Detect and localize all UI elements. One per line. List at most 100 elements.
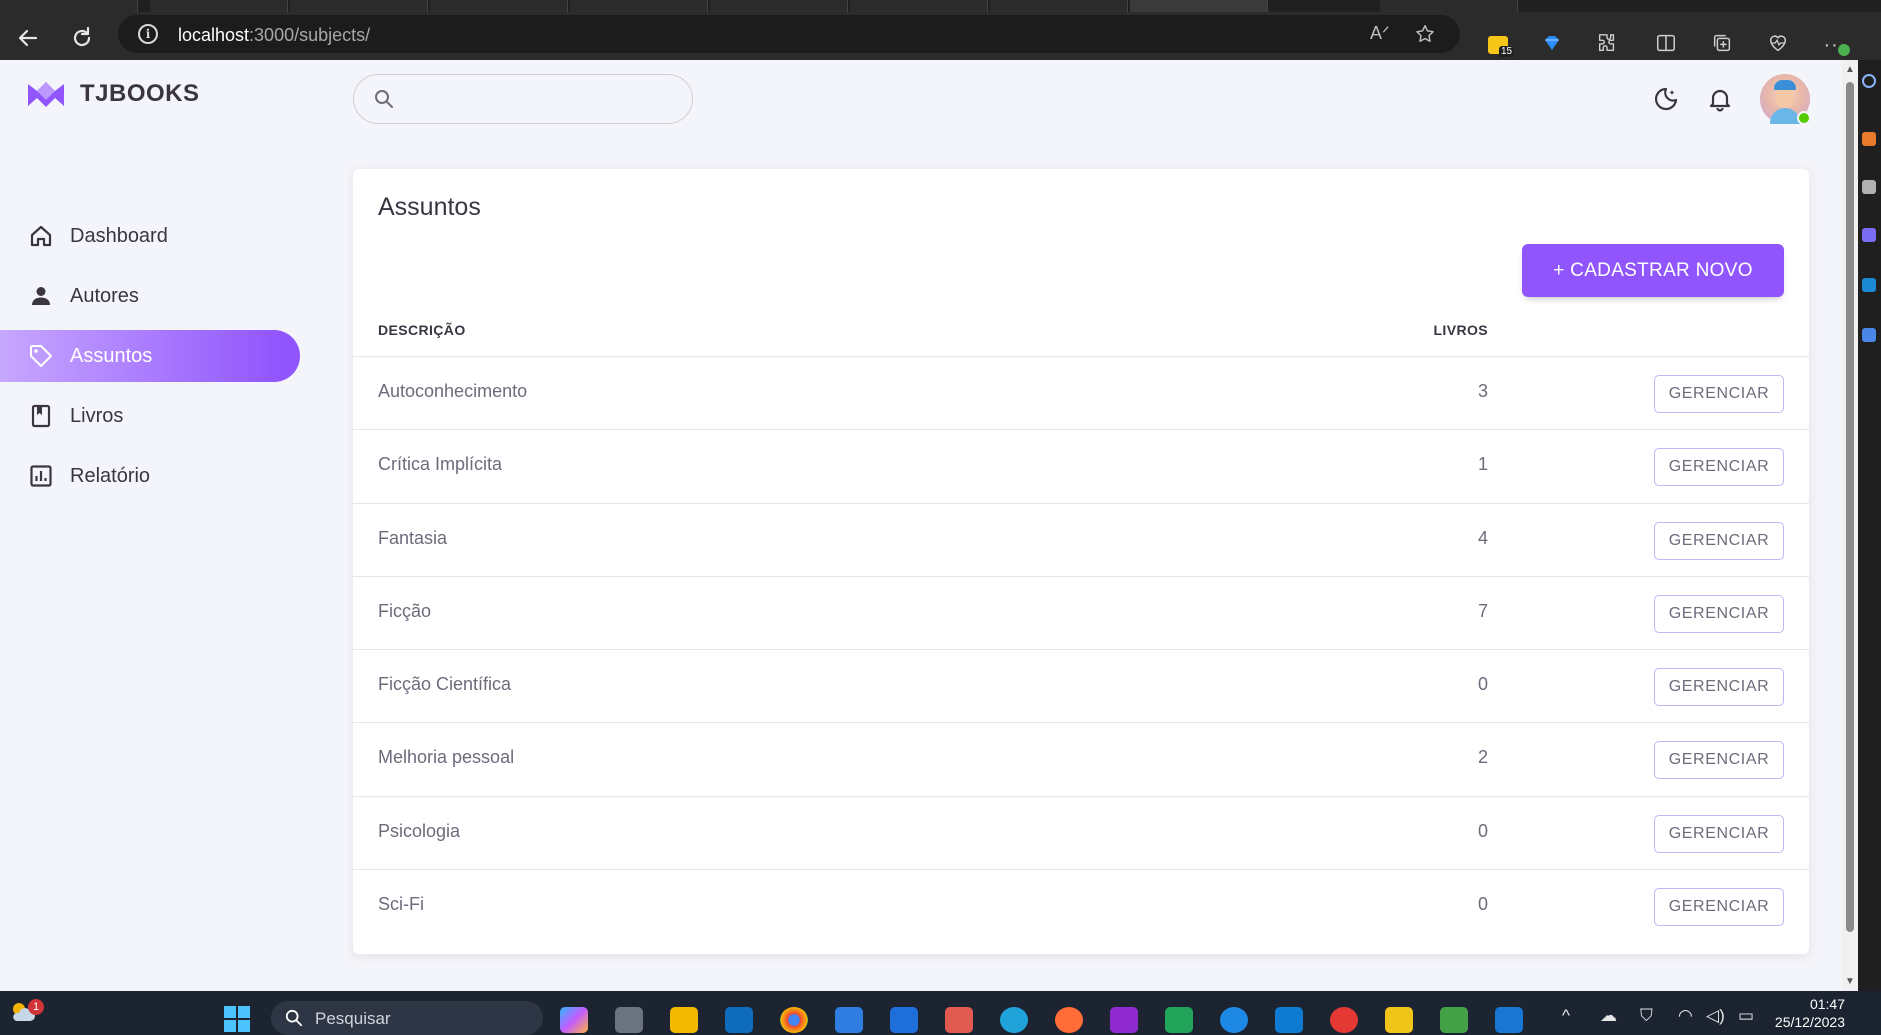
sidebar-item-relatorio[interactable]: Relatório [0,450,300,502]
vscode-app-icon[interactable] [1275,1007,1303,1033]
sidebar-item-label: Dashboard [70,224,168,247]
subject-description: Sci-Fi [378,894,424,915]
subject-description: Autoconhecimento [378,381,528,401]
defender-icon[interactable]: ⛉ [1640,1006,1653,1026]
refresh-icon[interactable] [68,24,96,52]
task-view-app-icon[interactable] [615,1007,643,1033]
browser-tab[interactable] [290,0,428,12]
language-app-icon[interactable] [1440,1007,1468,1033]
manage-subject-button[interactable]: GERENCIAR [1654,594,1784,633]
weather-widget[interactable]: 1 [8,997,44,1027]
table-row: Ficção 7 GERENCIAR [353,577,1809,651]
subjects-card: Assuntos + CADASTRAR NOVO DESCRIÇÃO LIVR… [353,169,1809,954]
table-row: Autoconhecimento 3 GERENCIAR [353,357,1809,431]
search-input[interactable] [402,85,672,113]
column-header-description[interactable]: DESCRIÇÃO [378,322,466,338]
sidebar-item-livros[interactable]: Livros [0,390,300,442]
tray-overflow-chevron-icon[interactable]: ^ [1562,1006,1570,1026]
subjects-table-body: Autoconhecimento 3 GERENCIAR Crítica Imp… [353,357,1809,943]
brand[interactable]: TJBOOKS [26,80,200,108]
postman-app-icon[interactable] [1055,1007,1083,1033]
subject-book-count: 2 [1477,747,1488,768]
taskbar-search[interactable]: Pesquisar [271,1001,543,1035]
back-icon[interactable] [14,24,42,52]
user-avatar[interactable] [1760,74,1811,125]
onedrive-icon[interactable]: ☁ [1600,1006,1617,1026]
book-icon [31,404,51,428]
taskbar-search-label: Pesquisar [315,1009,391,1028]
extensions-puzzle-icon[interactable] [1594,32,1620,58]
datagrip-app-icon[interactable] [1165,1007,1193,1033]
edge-search-icon[interactable] [1862,74,1876,88]
start-button[interactable] [224,1006,250,1032]
manage-subject-button[interactable]: GERENCIAR [1654,814,1784,853]
search-box[interactable] [353,74,693,124]
edge-drop-icon[interactable] [1862,328,1876,342]
browser-tab-active[interactable] [1130,0,1268,12]
more-menu-icon[interactable]: ··· [1822,32,1850,58]
pomodoro-app-icon[interactable] [1330,1007,1358,1033]
manage-subject-button[interactable]: GERENCIAR [1654,521,1784,560]
manage-subject-button[interactable]: GERENCIAR [1654,888,1784,927]
browser-tab[interactable] [990,0,1128,12]
volume-icon[interactable]: ◁) [1706,1006,1725,1026]
chart-icon [30,465,52,487]
edge-app-icon[interactable] [1000,1007,1028,1033]
column-header-books[interactable]: LIVROS [1398,322,1488,338]
edge-games-icon[interactable] [1862,228,1876,242]
database-app-icon[interactable] [1220,1007,1248,1033]
avatar-shirt [1770,108,1800,124]
scrollbar-thumb[interactable] [1846,82,1854,932]
sidebar-item-dashboard[interactable]: Dashboard [0,210,300,262]
manage-subject-button[interactable]: GERENCIAR [1654,448,1784,487]
scroll-up-arrow-icon[interactable]: ▲ [1845,64,1855,75]
notes-extension-icon[interactable]: 15 [1485,32,1515,58]
address-bar[interactable]: i localhost:3000/subjects/ Aᐟ [118,15,1460,53]
manage-subject-button[interactable]: GERENCIAR [1654,741,1784,780]
file-explorer-app-icon[interactable] [670,1007,698,1033]
read-aloud-icon[interactable]: Aᐟ [1370,23,1390,44]
scroll-down-arrow-icon[interactable]: ▼ [1845,976,1855,987]
wifi-icon[interactable]: ◠ [1678,1006,1693,1026]
battery-icon[interactable]: ▭ [1738,1006,1754,1026]
notifications-bell-icon[interactable] [1706,85,1734,113]
browser-tab[interactable] [150,0,288,12]
phpstorm-app-icon[interactable] [1110,1007,1138,1033]
browser-tab[interactable] [0,0,138,12]
chrome-app-icon[interactable] [780,1007,808,1033]
table-row: Psicologia 0 GERENCIAR [353,797,1809,871]
browser-tab[interactable] [710,0,848,12]
address-url[interactable]: localhost:3000/subjects/ [178,25,370,46]
add-new-subject-button[interactable]: + CADASTRAR NOVO [1522,244,1784,297]
git-app-icon[interactable] [945,1007,973,1033]
calendar-app-icon[interactable] [890,1007,918,1033]
gem-extension-icon[interactable] [1539,32,1565,58]
collections-icon[interactable] [1709,32,1735,58]
split-screen-icon[interactable] [1653,32,1679,58]
browser-tab[interactable] [430,0,568,12]
page-scrollbar[interactable]: ▲ ▼ [1842,60,1858,991]
favorite-star-icon[interactable] [1414,23,1436,51]
edge-outlook-icon[interactable] [1862,278,1876,292]
site-info-icon[interactable]: i [138,24,158,44]
manage-subject-button[interactable]: GERENCIAR [1654,375,1784,413]
manage-subject-button[interactable]: GERENCIAR [1654,668,1784,707]
browser-tab[interactable] [850,0,988,12]
performance-heart-icon[interactable] [1765,32,1791,58]
browser-tab[interactable] [1380,0,1518,12]
sidebar-item-assuntos[interactable]: Assuntos [0,330,300,382]
dark-mode-moon-icon[interactable] [1652,85,1680,113]
outlook-app-icon[interactable] [725,1007,753,1033]
online-status-dot [1797,111,1811,125]
sidebar-item-autores[interactable]: Autores [0,270,300,322]
photos-app-icon[interactable] [1495,1007,1523,1033]
subject-book-count: 0 [1477,674,1488,695]
clock[interactable]: 01:47 25/12/2023 [1775,995,1845,1031]
edge-tools-icon[interactable] [1862,132,1876,146]
browser-tab-strip [0,0,1881,12]
todo-app-icon[interactable] [835,1007,863,1033]
browser-tab[interactable] [570,0,708,12]
copilot-app-icon[interactable] [560,1007,588,1033]
sticky-notes-app-icon[interactable] [1385,1007,1413,1033]
edge-people-icon[interactable] [1862,180,1876,194]
